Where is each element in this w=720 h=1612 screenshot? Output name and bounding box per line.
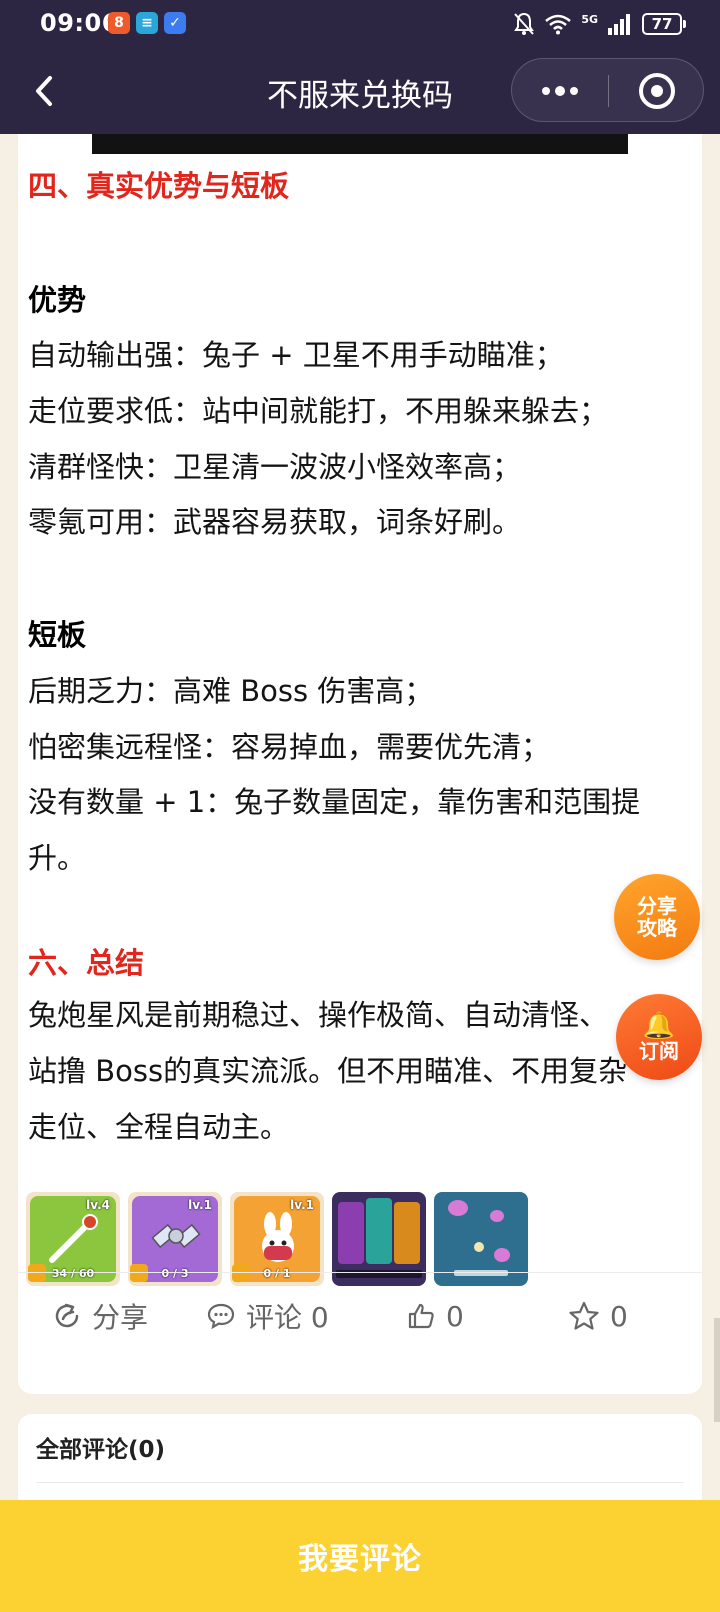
more-button[interactable] bbox=[512, 59, 608, 123]
mini-program-capsule bbox=[511, 58, 704, 122]
advantage-item: 走位要求低：站中间就能打，不用躲来躲去； bbox=[28, 394, 609, 428]
network-type: 5G bbox=[581, 12, 598, 26]
satellite-icon bbox=[151, 1223, 201, 1249]
target-close-icon bbox=[638, 73, 675, 109]
subscribe-button[interactable]: 🔔 订阅 bbox=[616, 994, 702, 1080]
stick-weapon-icon bbox=[49, 1214, 98, 1263]
weakness-item: 后期乏力：高难 Boss 伤害高； bbox=[28, 674, 434, 708]
section-six-title: 六、总结 bbox=[28, 946, 145, 980]
write-comment-label: 我要评论 bbox=[298, 1542, 422, 1577]
reader-notification-icon: ≡ bbox=[136, 12, 158, 34]
app-notification-icon: 8 bbox=[108, 12, 130, 34]
advantage-item: 清群怪快：卫星清一波波小怪效率高； bbox=[28, 450, 522, 484]
bell-icon: 🔔 bbox=[642, 1011, 676, 1041]
share-icon bbox=[55, 1303, 79, 1328]
summary-line: 兔炮星风是前期稳过、操作极简、自动清怪、 bbox=[28, 998, 609, 1032]
comment-button[interactable]: 评论 0 bbox=[206, 1274, 329, 1358]
star-icon bbox=[569, 1301, 599, 1330]
share-label: 分享 bbox=[92, 1301, 149, 1334]
like-button[interactable]: 0 bbox=[406, 1274, 464, 1358]
more-dots-icon bbox=[542, 87, 550, 95]
write-comment-button[interactable]: 我要评论 bbox=[0, 1500, 720, 1612]
section-four-title: 四、真实优势与短板 bbox=[28, 169, 290, 203]
share-guide-button[interactable]: 分享 攻略 bbox=[614, 874, 700, 960]
browser-notification-icon: ✓ bbox=[164, 12, 186, 34]
status-bar: 09:06 8 ≡ ✓ 5G 77 bbox=[0, 0, 720, 48]
article-actions: 分享 评论 0 0 0 bbox=[18, 1274, 702, 1358]
advantages-title: 优势 bbox=[28, 283, 87, 317]
comments-title: 全部评论(0) bbox=[36, 1437, 166, 1463]
advantage-item: 自动输出强：兔子 + 卫星不用手动瞄准； bbox=[28, 338, 564, 372]
comment-label: 评论 0 bbox=[246, 1301, 329, 1334]
weakness-item: 怕密集远程怪：容易掉血，需要优先清； bbox=[28, 730, 551, 764]
comment-icon bbox=[207, 1303, 235, 1330]
star-count: 0 bbox=[610, 1299, 628, 1333]
weakness-title: 短板 bbox=[28, 618, 87, 652]
summary-line: 走位、全程自动主。 bbox=[28, 1110, 290, 1144]
advantage-item: 零氪可用：武器容易获取，词条好刷。 bbox=[28, 505, 522, 539]
image-bottom-edge bbox=[92, 134, 628, 154]
scrollbar[interactable] bbox=[714, 1318, 720, 1422]
title-bar: 不服来兑换码 bbox=[0, 48, 720, 134]
like-count: 0 bbox=[446, 1299, 464, 1333]
rabbit-icon bbox=[262, 1212, 294, 1262]
summary-line: 站撸 Boss的真实流派。但不用瞄准、不用复杂 bbox=[28, 1054, 628, 1088]
weakness-item: 没有数量 + 1：兔子数量固定，靠伤害和范围提 bbox=[28, 785, 641, 819]
favorite-button[interactable]: 0 bbox=[568, 1274, 628, 1358]
wifi-icon bbox=[545, 14, 572, 35]
signal-icon bbox=[608, 14, 630, 35]
article-card: 四、真实优势与短板 优势 自动输出强：兔子 + 卫星不用手动瞄准； 走位要求低：… bbox=[18, 134, 702, 1394]
thumbs-up-icon bbox=[408, 1303, 434, 1329]
weakness-item: 升。 bbox=[28, 841, 87, 875]
close-button[interactable] bbox=[608, 59, 705, 123]
mute-icon bbox=[514, 12, 535, 35]
share-button[interactable]: 分享 bbox=[52, 1274, 148, 1358]
battery-icon: 77 bbox=[642, 13, 686, 35]
